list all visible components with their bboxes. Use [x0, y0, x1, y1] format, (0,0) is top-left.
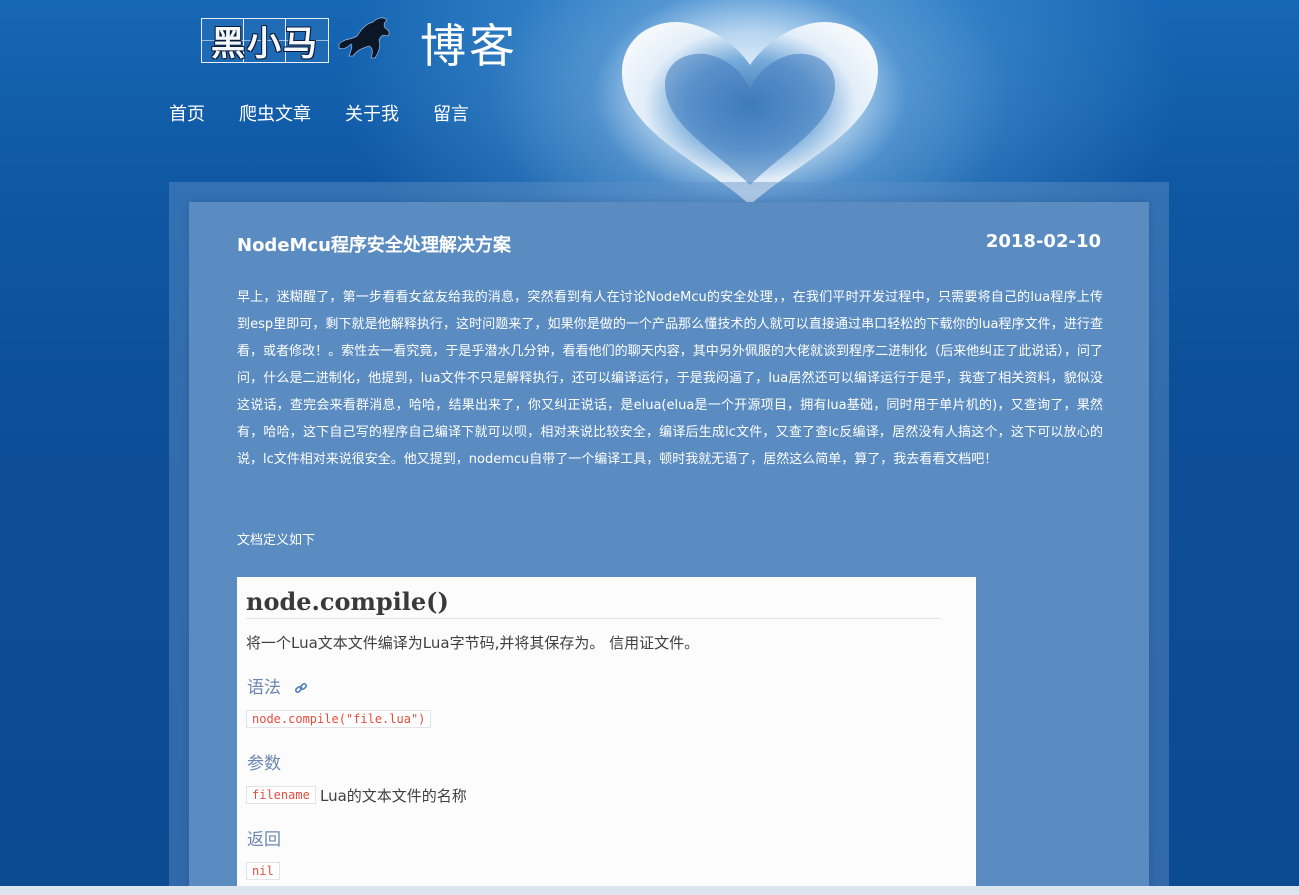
- doc-returns-value: nil: [246, 862, 280, 880]
- main-nav: 首页 爬虫文章 关于我 留言: [169, 100, 503, 126]
- post-title[interactable]: NodeMcu程序安全处理解决方案: [237, 231, 511, 257]
- logo-text: 黑小马: [211, 24, 319, 64]
- doc-syntax-heading: 语法: [247, 673, 308, 698]
- blog-title: 博客: [420, 19, 518, 73]
- doc-syntax-label: 语法: [247, 678, 281, 698]
- doc-params-heading: 参数: [247, 754, 281, 774]
- post-body: 早上，迷糊醒了，第一步看看女盆友给我的消息，突然看到有人在讨论NodeMcu的安…: [237, 290, 1103, 467]
- nav-item-crawler-articles[interactable]: 爬虫文章: [239, 100, 311, 126]
- doc-returns-heading: 返回: [247, 830, 281, 850]
- horizontal-scrollbar[interactable]: [0, 886, 1299, 895]
- nav-item-about[interactable]: 关于我: [345, 100, 399, 126]
- doc-heading: node.compile(): [246, 587, 941, 619]
- post-date: 2018-02-10: [985, 231, 1101, 252]
- nav-item-home[interactable]: 首页: [169, 100, 205, 126]
- horse-logo-icon: [338, 17, 390, 59]
- doc-description: 将一个Lua文本文件编译为Lua字节码,并将其保存为。 信用证文件。: [246, 634, 700, 652]
- doc-syntax-code: node.compile("file.lua"): [246, 710, 432, 728]
- nav-item-messages[interactable]: 留言: [433, 100, 469, 126]
- doc-param-description: Lua的文本文件的名称: [320, 787, 467, 805]
- doc-screenshot: node.compile() 将一个Lua文本文件编译为Lua字节码,并将其保存…: [237, 577, 976, 895]
- site-logo[interactable]: 黑小马: [201, 18, 329, 64]
- link-icon[interactable]: [294, 681, 308, 695]
- heart-cloud-image: [621, 22, 878, 205]
- doc-param-name: filename: [246, 786, 316, 804]
- doc-intro-text: 文档定义如下: [237, 533, 316, 548]
